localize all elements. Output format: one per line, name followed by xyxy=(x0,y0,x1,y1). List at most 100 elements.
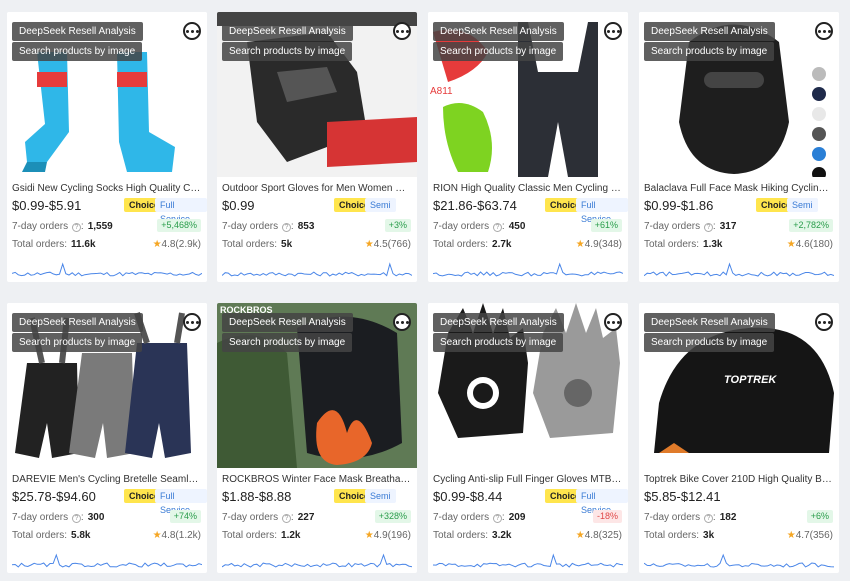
service-badge: Full Service xyxy=(576,489,628,515)
help-icon[interactable]: ? xyxy=(492,514,502,523)
deepseek-analysis-button[interactable]: DeepSeek Resell Analysis xyxy=(12,313,143,332)
star-icon: ★ xyxy=(575,239,585,250)
product-price: $5.85-$12.41 xyxy=(644,489,721,504)
service-badge: Full Service xyxy=(155,489,207,515)
orders-7d: 7-day orders ?:182 xyxy=(644,512,737,523)
more-options-icon[interactable] xyxy=(183,313,201,331)
product-card[interactable]: DeepSeek Resell Analysis Search products… xyxy=(639,12,839,282)
service-badge: Semi xyxy=(787,198,818,212)
deepseek-analysis-button[interactable]: DeepSeek Resell Analysis xyxy=(222,22,353,41)
total-orders: Total orders: 3k xyxy=(644,530,715,541)
orders-7d: 7-day orders ?:317 xyxy=(644,221,737,232)
product-price: $0.99-$8.44 xyxy=(433,489,503,504)
sales-sparkline xyxy=(644,262,834,277)
rating: ★4.7(356) xyxy=(786,530,833,541)
orders-change-badge: +61% xyxy=(590,219,622,232)
deepseek-analysis-button[interactable]: DeepSeek Resell Analysis xyxy=(644,313,775,332)
deepseek-analysis-button[interactable]: DeepSeek Resell Analysis xyxy=(12,22,143,41)
product-card[interactable]: ROCKBROS DeepSeek Resell Analysis Search… xyxy=(217,303,417,573)
orders-change-badge: -18% xyxy=(592,510,622,523)
orders-7d: 7-day orders ?:1,559 xyxy=(12,221,113,232)
product-price: $0.99-$1.86 xyxy=(644,198,714,213)
rating: ★4.9(348) xyxy=(575,239,622,250)
total-orders: Total orders: 1.2k xyxy=(222,530,301,541)
rating: ★4.8(1.2k) xyxy=(152,530,201,541)
product-title[interactable]: Gsidi New Cycling Socks High Quality Com… xyxy=(12,183,202,194)
product-card[interactable]: A811 DeepSeek Resell Analysis Search pro… xyxy=(428,12,628,282)
search-by-image-button[interactable]: Search products by image xyxy=(222,42,353,61)
star-icon: ★ xyxy=(786,530,796,541)
service-badge: Semi xyxy=(365,489,396,503)
more-options-icon[interactable] xyxy=(604,22,622,40)
sales-sparkline xyxy=(433,262,623,277)
product-title[interactable]: Toptrek Bike Cover 210D High Quality Bic… xyxy=(644,474,834,485)
star-icon: ★ xyxy=(364,239,374,250)
product-title[interactable]: RION High Quality Classic Men Cycling Bi… xyxy=(433,183,623,194)
search-by-image-button[interactable]: Search products by image xyxy=(644,42,775,61)
sales-sparkline xyxy=(222,553,412,568)
svg-text:A811: A811 xyxy=(430,86,453,97)
sales-sparkline xyxy=(222,262,412,277)
service-badge: Semi xyxy=(365,198,396,212)
product-card[interactable]: DeepSeek Resell Analysis Search products… xyxy=(217,12,417,282)
svg-text:TOPTREK: TOPTREK xyxy=(724,374,777,386)
help-icon[interactable]: ? xyxy=(281,514,291,523)
help-icon[interactable]: ? xyxy=(703,223,713,232)
sales-sparkline xyxy=(433,553,623,568)
more-options-icon[interactable] xyxy=(815,313,833,331)
help-icon[interactable]: ? xyxy=(492,223,502,232)
product-title[interactable]: Balaclava Full Face Mask Hiking Cycling … xyxy=(644,183,834,194)
product-price: $0.99-$5.91 xyxy=(12,198,82,213)
product-title[interactable]: ROCKBROS Winter Face Mask Breathable Ski… xyxy=(222,474,412,485)
more-options-icon[interactable] xyxy=(815,22,833,40)
product-title[interactable]: Outdoor Sport Gloves for Men Women Wrist… xyxy=(222,183,412,194)
deepseek-analysis-button[interactable]: DeepSeek Resell Analysis xyxy=(433,313,564,332)
orders-7d: 7-day orders ?:227 xyxy=(222,512,315,523)
search-by-image-button[interactable]: Search products by image xyxy=(222,333,353,352)
more-options-icon[interactable] xyxy=(393,22,411,40)
product-card[interactable]: DeepSeek Resell Analysis Search products… xyxy=(7,12,207,282)
more-options-icon[interactable] xyxy=(604,313,622,331)
product-card[interactable]: DeepSeek Resell Analysis Search products… xyxy=(428,303,628,573)
star-icon: ★ xyxy=(575,530,585,541)
search-by-image-button[interactable]: Search products by image xyxy=(12,333,143,352)
deepseek-analysis-button[interactable]: DeepSeek Resell Analysis xyxy=(433,22,564,41)
search-by-image-button[interactable]: Search products by image xyxy=(433,42,564,61)
sales-sparkline xyxy=(12,553,202,568)
orders-change-badge: +328% xyxy=(374,510,411,523)
star-icon: ★ xyxy=(364,530,374,541)
service-badge: Full Service xyxy=(576,198,628,224)
product-price: $25.78-$94.60 xyxy=(12,489,96,504)
product-title[interactable]: DAREVIE Men's Cycling Bretelle Seamless … xyxy=(12,474,202,485)
sales-sparkline xyxy=(644,553,834,568)
deepseek-analysis-button[interactable]: DeepSeek Resell Analysis xyxy=(222,313,353,332)
total-orders: Total orders: 5.8k xyxy=(12,530,91,541)
product-card[interactable]: DeepSeek Resell Analysis Search products… xyxy=(7,303,207,573)
search-by-image-button[interactable]: Search products by image xyxy=(12,42,143,61)
star-icon: ★ xyxy=(152,530,162,541)
total-orders: Total orders: 11.6k xyxy=(12,239,96,250)
orders-7d: 7-day orders ?:853 xyxy=(222,221,315,232)
product-grid: DeepSeek Resell Analysis Search products… xyxy=(0,0,850,581)
orders-change-badge: +74% xyxy=(169,510,201,523)
rating: ★4.6(180) xyxy=(786,239,833,250)
more-options-icon[interactable] xyxy=(393,313,411,331)
help-icon[interactable]: ? xyxy=(281,223,291,232)
help-icon[interactable]: ? xyxy=(71,223,81,232)
search-by-image-button[interactable]: Search products by image xyxy=(644,333,775,352)
product-title[interactable]: Cycling Anti-slip Full Finger Gloves MTB… xyxy=(433,474,623,485)
orders-change-badge: +3% xyxy=(384,219,411,232)
more-options-icon[interactable] xyxy=(183,22,201,40)
rating: ★4.5(766) xyxy=(364,239,411,250)
deepseek-analysis-button[interactable]: DeepSeek Resell Analysis xyxy=(644,22,775,41)
orders-7d: 7-day orders ?:450 xyxy=(433,221,526,232)
search-by-image-button[interactable]: Search products by image xyxy=(433,333,564,352)
service-badge: Full Service xyxy=(155,198,207,224)
rating: ★4.9(196) xyxy=(364,530,411,541)
orders-7d: 7-day orders ?:300 xyxy=(12,512,105,523)
product-price: $1.88-$8.88 xyxy=(222,489,292,504)
help-icon[interactable]: ? xyxy=(703,514,713,523)
sales-sparkline xyxy=(12,262,202,277)
help-icon[interactable]: ? xyxy=(71,514,81,523)
product-card[interactable]: TOPTREK DeepSeek Resell Analysis Search … xyxy=(639,303,839,573)
